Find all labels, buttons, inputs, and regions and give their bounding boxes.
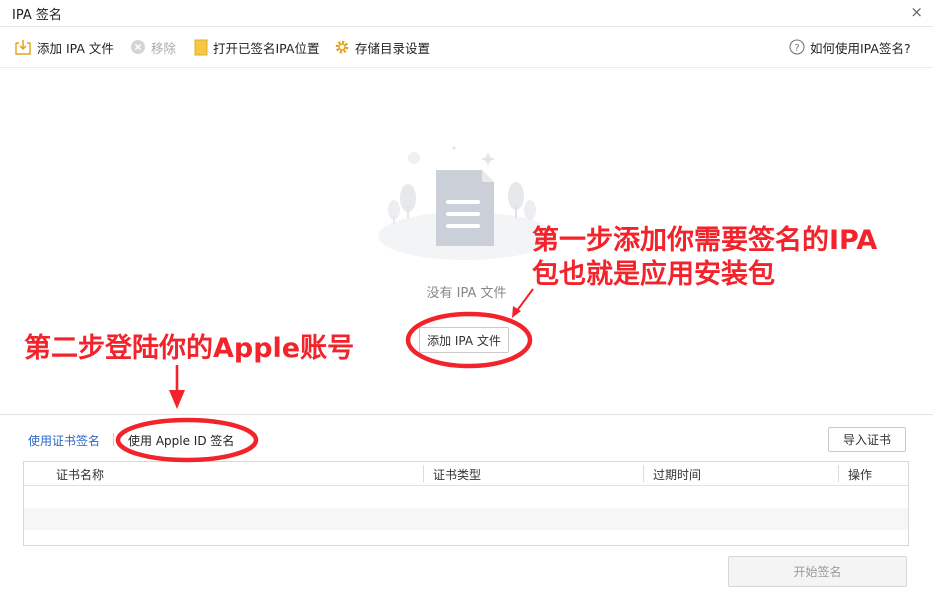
step1-annotation-line1: 第一步添加你需要签名的IPA xyxy=(532,225,878,256)
add-file-icon xyxy=(15,40,31,55)
empty-document-illustration xyxy=(378,146,554,260)
tab-certificate-sign[interactable]: 使用证书签名 xyxy=(28,432,100,449)
document-icon xyxy=(436,170,494,246)
column-expiry: 过期时间 xyxy=(653,468,702,482)
import-certificate-button[interactable]: 导入证书 xyxy=(828,427,906,452)
add-ipa-button[interactable]: 添加 IPA 文件 xyxy=(419,327,509,353)
column-actions: 操作 xyxy=(848,468,873,482)
open-signed-folder-button[interactable]: 打开已签名IPA位置 xyxy=(194,37,319,57)
column-cert-type: 证书类型 xyxy=(433,468,482,482)
gear-icon xyxy=(335,40,349,54)
open-signed-folder-label: 打开已签名IPA位置 xyxy=(213,40,320,56)
window-title: IPA 签名 xyxy=(12,8,62,23)
question-circle-icon: ? xyxy=(789,39,805,55)
table-header: 证书名称 证书类型 过期时间 操作 xyxy=(24,462,908,486)
table-row xyxy=(24,508,908,530)
add-ipa-toolbar-label: 添加 IPA 文件 xyxy=(37,40,114,56)
add-ipa-toolbar-button[interactable]: 添加 IPA 文件 xyxy=(15,37,114,57)
tab-apple-id-sign[interactable]: 使用 Apple ID 签名 xyxy=(128,432,234,449)
column-separator xyxy=(838,465,839,482)
remove-circle-icon xyxy=(131,40,145,54)
close-icon[interactable]: × xyxy=(910,3,923,21)
column-separator xyxy=(423,465,424,482)
toolbar: 添加 IPA 文件 移除 打开已签名IPA位置 存储目录设置 ? 如何使用IPA… xyxy=(0,27,933,68)
storage-settings-label: 存储目录设置 xyxy=(355,40,431,56)
help-link[interactable]: ? 如何使用IPA签名? xyxy=(789,37,911,57)
remove-toolbar-button[interactable]: 移除 xyxy=(130,37,176,57)
step1-annotation: 第一步添加你需要签名的IPA 包也就是应用安装包 xyxy=(532,224,877,292)
help-label: 如何使用IPA签名? xyxy=(810,40,911,56)
svg-text:?: ? xyxy=(794,43,799,54)
table-row xyxy=(24,486,908,508)
step2-arrow-head xyxy=(169,390,185,409)
column-cert-name: 证书名称 xyxy=(56,468,105,482)
title-bar: IPA 签名 × xyxy=(0,0,933,27)
remove-toolbar-label: 移除 xyxy=(151,40,177,56)
column-separator xyxy=(643,465,644,482)
step2-annotation: 第二步登陆你的Apple账号 xyxy=(24,333,355,364)
certificate-table: 证书名称 证书类型 过期时间 操作 xyxy=(23,461,909,546)
tab-separator xyxy=(113,433,114,446)
step1-annotation-line2: 包也就是应用安装包 xyxy=(532,258,775,290)
storage-settings-button[interactable]: 存储目录设置 xyxy=(334,37,430,57)
section-divider xyxy=(0,414,933,415)
step1-arrow-head xyxy=(512,306,521,318)
folder-icon xyxy=(194,39,208,55)
start-sign-button[interactable]: 开始签名 xyxy=(728,556,907,587)
